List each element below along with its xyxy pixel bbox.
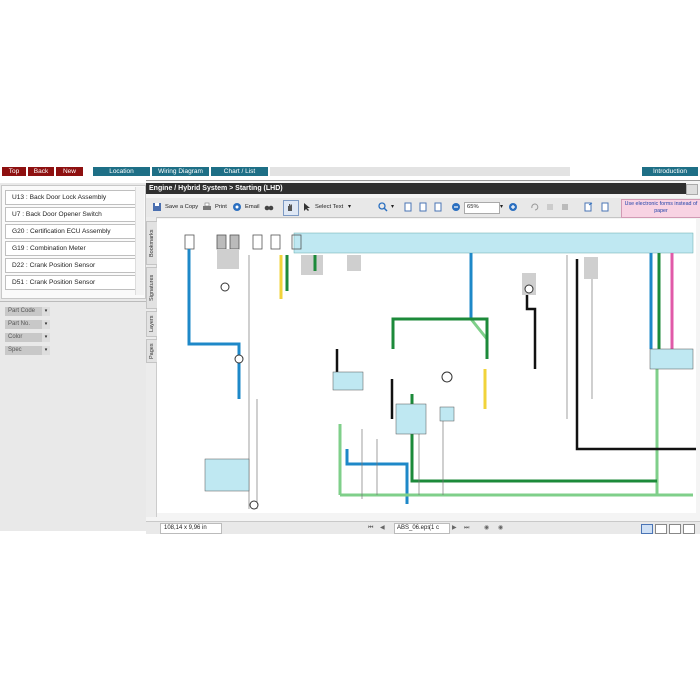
prev-page-icon[interactable]: ◀ xyxy=(380,523,385,533)
hand-icon xyxy=(288,204,292,211)
divider xyxy=(0,301,146,302)
spec-label: Spec xyxy=(5,346,42,355)
tab-wiring-diagram[interactable]: Wiring Diagram xyxy=(152,167,209,176)
email-icon xyxy=(233,203,241,211)
nav-spacer xyxy=(270,167,570,176)
navigation-pane: Bookmarks Signatures Layers Pages xyxy=(146,217,158,517)
wire-black xyxy=(335,259,696,451)
relay-block xyxy=(584,257,598,279)
connector-bar xyxy=(293,232,694,254)
page-dimensions: 108,14 x 9,96 in xyxy=(164,525,207,531)
list-item[interactable]: D51 : Crank Position Sensor xyxy=(5,275,137,290)
connector-circle xyxy=(249,500,259,510)
ecu-connector xyxy=(649,348,694,370)
connector-circle xyxy=(220,282,230,292)
list-item[interactable]: G20 : Certification ECU Assembly xyxy=(5,224,137,239)
back-view-icon[interactable]: ◉ xyxy=(484,523,489,533)
pdf-toolbar: Save a Copy Print Email Select Text ▾ ▾ … xyxy=(146,198,700,218)
tab-chart-list[interactable]: Chart / List xyxy=(211,167,268,176)
print-button[interactable]: Print xyxy=(215,202,227,213)
first-page-icon[interactable]: ⏮ xyxy=(368,523,373,533)
relay-block xyxy=(301,255,323,275)
chevron-down-icon[interactable]: ▾ xyxy=(348,202,351,213)
chevron-down-icon[interactable]: ▾ xyxy=(500,202,503,213)
forward-view-icon[interactable]: ◉ xyxy=(498,523,503,533)
cursor-icon xyxy=(304,203,310,211)
color-label: Color xyxy=(5,333,42,342)
select-text-button[interactable]: Select Text xyxy=(315,202,343,213)
fit-width-icon[interactable] xyxy=(433,202,443,212)
continuous-facing-icon[interactable] xyxy=(683,524,695,534)
list-item[interactable]: U13 : Back Door Lock Assembly xyxy=(5,190,137,205)
new-button[interactable]: New xyxy=(56,167,83,176)
left-panel: U13 : Back Door Lock Assembly U7 : Back … xyxy=(0,183,147,531)
last-page-icon[interactable]: ⏭ xyxy=(464,523,469,533)
zoom-plus-icon[interactable] xyxy=(508,202,518,212)
facing-icon[interactable] xyxy=(669,524,681,534)
part-code-label: Part Code xyxy=(5,307,42,316)
viewer-menu-icon[interactable] xyxy=(686,184,698,195)
email-button[interactable]: Email xyxy=(245,202,260,213)
next-page-icon[interactable]: ▶ xyxy=(452,523,457,533)
chevron-down-icon[interactable]: ▾ xyxy=(391,202,394,213)
ecu-block xyxy=(395,403,427,435)
page-count: (1 c xyxy=(429,525,440,531)
viewer-title: Engine / Hybrid System > Starting (LHD) xyxy=(146,183,686,194)
component-list: U13 : Back Door Lock Assembly U7 : Back … xyxy=(1,185,146,299)
list-item[interactable]: U7 : Back Door Opener Switch xyxy=(5,207,137,222)
wiring-diagram xyxy=(184,232,696,510)
save-icon xyxy=(153,203,161,211)
part-no-label: Part No. xyxy=(5,320,42,329)
wire-thin xyxy=(248,255,593,509)
connector-circle xyxy=(234,354,244,364)
back-button[interactable]: Back xyxy=(28,167,54,176)
binoculars-icon[interactable] xyxy=(264,202,274,212)
zoom-level: 65% xyxy=(467,204,479,210)
zoom-out-icon[interactable] xyxy=(451,202,461,212)
tab-location[interactable]: Location xyxy=(93,167,150,176)
wire-green xyxy=(285,253,661,483)
page-layout-icon[interactable] xyxy=(600,202,610,212)
rotate-page-icon[interactable] xyxy=(583,202,593,212)
page-label: ABS_06.eps xyxy=(397,525,431,531)
list-scrollbar[interactable] xyxy=(135,187,144,295)
relay-block xyxy=(217,249,239,269)
fuse-group xyxy=(184,234,302,250)
rotate-icon[interactable] xyxy=(530,202,540,212)
electronic-forms-text: Use electronic forms instead of paper xyxy=(624,201,698,214)
part-no-dropdown[interactable]: ▾ xyxy=(42,320,50,329)
save-copy-button[interactable]: Save a Copy xyxy=(165,202,198,213)
list-item[interactable]: D22 : Crank Position Sensor xyxy=(5,258,137,273)
color-dropdown[interactable]: ▾ xyxy=(42,333,50,342)
document-viewer: Engine / Hybrid System > Starting (LHD) … xyxy=(146,180,700,534)
single-page-icon[interactable] xyxy=(641,524,653,534)
starter-block xyxy=(204,458,250,492)
connector-circle xyxy=(524,284,534,294)
print-icon xyxy=(203,202,211,210)
wiring-diagram-canvas[interactable] xyxy=(157,219,696,513)
connector-circle xyxy=(441,371,453,383)
zoom-in-icon[interactable] xyxy=(378,202,388,212)
wire-blue xyxy=(187,249,653,504)
fit-page-icon[interactable] xyxy=(418,202,428,212)
relay-block xyxy=(347,255,361,271)
page-icon[interactable] xyxy=(403,202,413,212)
attach-icon[interactable] xyxy=(545,202,555,212)
ecu-connector xyxy=(332,371,364,391)
continuous-icon[interactable] xyxy=(655,524,667,534)
stamp-icon[interactable] xyxy=(560,202,570,212)
relay-block xyxy=(439,406,455,422)
tab-introduction[interactable]: Introduction xyxy=(642,167,698,176)
list-item[interactable]: G19 : Combination Meter xyxy=(5,241,137,256)
part-code-dropdown[interactable]: ▾ xyxy=(42,307,50,316)
status-bar: 108,14 x 9,96 in ⏮ ◀ ABS_06.eps (1 c ▶ ⏭… xyxy=(146,521,700,534)
top-button[interactable]: Top xyxy=(2,167,26,176)
spec-dropdown[interactable]: ▾ xyxy=(42,346,50,355)
